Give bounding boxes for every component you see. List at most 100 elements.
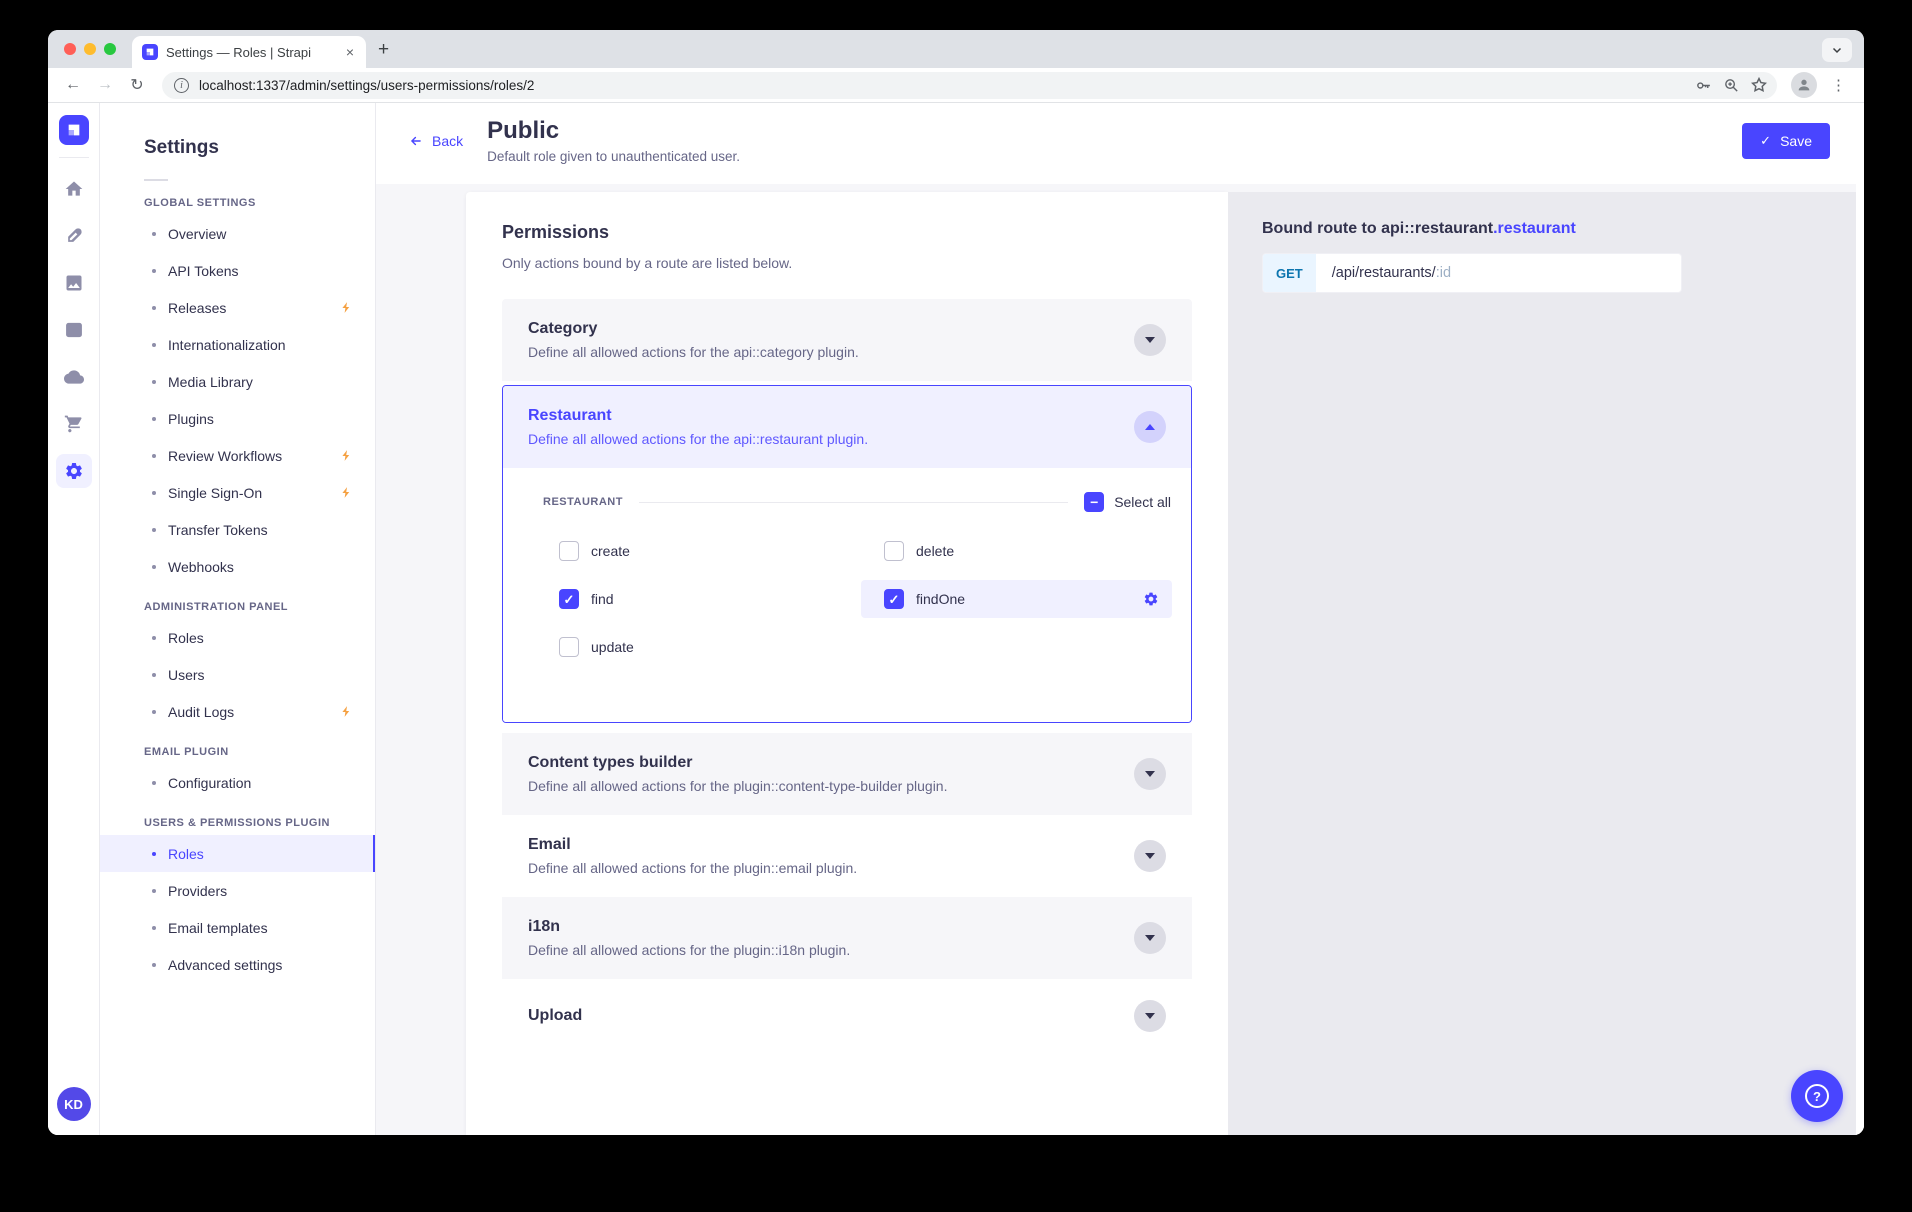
media-library-icon[interactable]	[56, 266, 92, 300]
accordion-text: Category Define all allowed actions for …	[528, 320, 859, 360]
browser-profile-avatar[interactable]	[1791, 72, 1817, 98]
expand-button[interactable]	[1134, 922, 1166, 954]
save-button[interactable]: ✓ Save	[1742, 123, 1830, 159]
permission-findone: findOne	[861, 580, 1172, 618]
tab-search-button[interactable]	[1822, 38, 1852, 62]
caret-down-icon	[1145, 935, 1155, 941]
url-bar[interactable]: i localhost:1337/admin/settings/users-pe…	[162, 72, 1777, 99]
home-icon[interactable]	[56, 172, 92, 206]
accordion-category[interactable]: Category Define all allowed actions for …	[502, 299, 1192, 381]
expand-button[interactable]	[1134, 1000, 1166, 1032]
nav-title-divider	[144, 179, 168, 181]
permission-find: find	[559, 580, 861, 618]
browser-tab[interactable]: Settings — Roles | Strapi ×	[132, 36, 366, 68]
scrollbar-track[interactable]	[1856, 184, 1864, 1135]
delete-checkbox[interactable]	[884, 541, 904, 561]
page-header: Back Public Default role given to unauth…	[376, 103, 1864, 184]
content-type-builder-icon[interactable]	[56, 313, 92, 347]
sidebar-item-label: API Tokens	[168, 263, 239, 279]
bookmark-star-icon[interactable]	[1747, 73, 1771, 97]
sidebar-item-plugins[interactable]: Plugins	[100, 400, 375, 437]
icon-rail: KD	[48, 103, 100, 1135]
strapi-logo[interactable]	[59, 115, 89, 145]
bullet-icon	[152, 673, 156, 677]
sidebar-item-webhooks[interactable]: Webhooks	[100, 548, 375, 585]
sidebar-item-up-roles[interactable]: Roles	[100, 835, 375, 872]
sidebar-item-review-workflows[interactable]: Review Workflows	[100, 437, 375, 474]
sidebar-item-admin-roles[interactable]: Roles	[100, 619, 375, 656]
sidebar-item-transfer-tokens[interactable]: Transfer Tokens	[100, 511, 375, 548]
accordion-upload[interactable]: Upload	[502, 979, 1192, 1053]
premium-bolt-icon	[340, 486, 353, 499]
sidebar-item-releases[interactable]: Releases	[100, 289, 375, 326]
fullscreen-window-button[interactable]	[104, 43, 116, 55]
browser-toolbar: ← → ↻ i localhost:1337/admin/settings/us…	[48, 68, 1864, 103]
nav-section-users-permissions-plugin: USERS & PERMISSIONS PLUGIN	[100, 817, 375, 829]
permission-settings-button[interactable]	[1143, 591, 1159, 607]
expand-button[interactable]	[1134, 840, 1166, 872]
select-all-control[interactable]: Select all	[1084, 492, 1171, 512]
accordion-email[interactable]: Email Define all allowed actions for the…	[502, 815, 1192, 897]
expand-button[interactable]	[1134, 324, 1166, 356]
sidebar-item-media-library[interactable]: Media Library	[100, 363, 375, 400]
close-tab-icon[interactable]: ×	[342, 43, 358, 61]
sidebar-item-internationalization[interactable]: Internationalization	[100, 326, 375, 363]
findone-checkbox[interactable]	[884, 589, 904, 609]
permissions-title: Permissions	[502, 222, 1192, 243]
sidebar-item-label: Review Workflows	[168, 448, 282, 464]
accordion-text: Email Define all allowed actions for the…	[528, 836, 857, 876]
accordion-i18n[interactable]: i18n Define all allowed actions for the …	[502, 897, 1192, 979]
sidebar-item-api-tokens[interactable]: API Tokens	[100, 252, 375, 289]
sidebar-item-advanced-settings[interactable]: Advanced settings	[100, 946, 375, 983]
sidebar-item-label: Webhooks	[168, 559, 234, 575]
sidebar-item-label: Audit Logs	[168, 704, 234, 720]
sidebar-item-label: Releases	[168, 300, 226, 316]
rail-divider	[59, 157, 89, 158]
sidebar-item-email-configuration[interactable]: Configuration	[100, 764, 375, 801]
password-key-icon[interactable]	[1691, 73, 1715, 97]
chevron-down-icon	[1831, 44, 1843, 56]
user-avatar[interactable]: KD	[57, 1087, 91, 1121]
accordion-restaurant-header[interactable]: Restaurant Define all allowed actions fo…	[503, 386, 1191, 468]
find-checkbox[interactable]	[559, 589, 579, 609]
minimize-window-button[interactable]	[84, 43, 96, 55]
back-link[interactable]: Back	[408, 133, 463, 149]
expand-button[interactable]	[1134, 758, 1166, 790]
marketplace-cart-icon[interactable]	[56, 407, 92, 441]
collapse-button[interactable]	[1134, 411, 1166, 443]
help-button[interactable]: ?	[1791, 1070, 1843, 1122]
new-tab-button[interactable]: +	[378, 40, 389, 59]
back-nav-icon[interactable]: ←	[60, 72, 86, 98]
sidebar-item-label: Advanced settings	[168, 957, 282, 973]
select-all-checkbox[interactable]	[1084, 492, 1104, 512]
content-manager-icon[interactable]	[56, 219, 92, 253]
cloud-icon[interactable]	[56, 360, 92, 394]
reload-icon[interactable]: ↻	[124, 72, 150, 98]
close-window-button[interactable]	[64, 43, 76, 55]
create-checkbox[interactable]	[559, 541, 579, 561]
accordion-title: Content types builder	[528, 754, 947, 772]
bullet-icon	[152, 781, 156, 785]
main-area: Back Public Default role given to unauth…	[376, 103, 1864, 1135]
forward-nav-icon[interactable]: →	[92, 72, 118, 98]
nav-title: Settings	[100, 137, 375, 159]
gear-icon	[1143, 591, 1159, 607]
permissions-card: Permissions Only actions bound by a rout…	[466, 192, 1228, 1135]
update-checkbox[interactable]	[559, 637, 579, 657]
back-label: Back	[432, 133, 463, 149]
sidebar-item-overview[interactable]: Overview	[100, 215, 375, 252]
sidebar-item-label: Single Sign-On	[168, 485, 262, 501]
sidebar-item-audit-logs[interactable]: Audit Logs	[100, 693, 375, 730]
bullet-icon	[152, 343, 156, 347]
sidebar-item-admin-users[interactable]: Users	[100, 656, 375, 693]
sidebar-item-email-templates[interactable]: Email templates	[100, 909, 375, 946]
permissions-subtitle: Only actions bound by a route are listed…	[502, 255, 1192, 271]
browser-menu-icon[interactable]: ⋮	[1825, 76, 1852, 94]
permission-create: create	[559, 532, 861, 570]
zoom-in-icon[interactable]	[1719, 73, 1743, 97]
sidebar-item-single-sign-on[interactable]: Single Sign-On	[100, 474, 375, 511]
settings-gear-icon[interactable]	[56, 454, 92, 488]
accordion-content-types-builder[interactable]: Content types builder Define all allowed…	[502, 733, 1192, 815]
site-info-icon[interactable]: i	[174, 78, 189, 93]
sidebar-item-providers[interactable]: Providers	[100, 872, 375, 909]
